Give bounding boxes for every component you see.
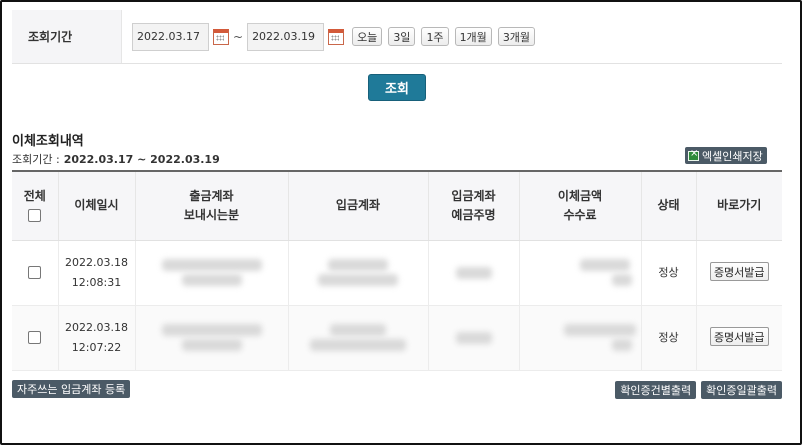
deposit-holder-cell-redacted (428, 240, 520, 306)
period-summary-label: 조회기간 : (12, 153, 60, 166)
results-title: 이체조회내역 (12, 134, 84, 149)
row-checkbox[interactable] (28, 331, 42, 344)
calendar-icon[interactable] (213, 28, 229, 45)
range-button-1week[interactable]: 1주 (421, 27, 449, 46)
redacted-block (181, 339, 242, 351)
header-select-all-label: 전체 (23, 188, 46, 203)
transfer-date: 2022.03.18 (65, 320, 128, 334)
register-frequent-account-button[interactable]: 자주쓰는 입금계좌 등록 (12, 380, 131, 398)
header-deposit-bank-label: 입금계좌 (451, 188, 496, 203)
header-deposit-holder-label: 예금주명 (451, 207, 496, 222)
deposit-account-cell-redacted (288, 240, 429, 306)
calendar-icon[interactable] (328, 28, 345, 45)
transfer-table: 전체 이체일시 출금계좌 보내시는분 입금계좌 입금계좌 예금주명 이체금액 수… (12, 170, 782, 371)
excel-save-button[interactable]: 엑셀인쇄저장 (685, 147, 767, 164)
redacted-block (455, 266, 492, 279)
header-amount: 이체금액 수수료 (519, 171, 642, 241)
excel-save-label: 엑셀인쇄저장 (702, 149, 763, 163)
table-header-row: 전체 이체일시 출금계좌 보내시는분 입금계좌 입금계좌 예금주명 이체금액 수… (12, 171, 782, 241)
range-button-1month[interactable]: 1개월 (454, 27, 492, 46)
header-select-all: 전체 (12, 171, 59, 241)
select-all-checkbox[interactable] (28, 208, 42, 222)
header-deposit-account: 입금계좌 (288, 171, 429, 241)
range-button-today[interactable]: 오늘 (352, 27, 383, 46)
redacted-block (455, 331, 492, 344)
issue-certificate-button[interactable]: 증명서발급 (709, 327, 769, 347)
withdraw-account-cell-redacted (135, 240, 289, 306)
header-fee-label: 수수료 (563, 207, 597, 222)
start-date-input[interactable]: 2022.03.17 (132, 22, 209, 51)
table-row: 2022.03.18 12:07:22 정상 증명서발급 (12, 305, 782, 371)
status-cell: 정상 (641, 240, 697, 306)
redacted-block (318, 274, 398, 286)
print-bulk-button[interactable]: 확인증일괄출력 (701, 381, 782, 399)
deposit-holder-cell-redacted (428, 305, 520, 371)
search-button[interactable]: 조회 (368, 74, 426, 101)
redacted-block (330, 324, 386, 336)
transfer-date: 2022.03.18 (65, 255, 128, 269)
period-summary: 조회기간 :2022.03.17 ~ 2022.03.19 (12, 151, 220, 167)
table-row: 2022.03.18 12:08:31 정상 증명서발급 (12, 240, 782, 306)
redacted-block (161, 259, 262, 271)
transfer-datetime-cell: 2022.03.18 12:07:22 (58, 305, 136, 371)
redacted-block (310, 339, 406, 351)
deposit-account-cell-redacted (288, 305, 429, 371)
withdraw-account-cell-redacted (135, 305, 289, 371)
status-cell: 정상 (641, 305, 697, 371)
print-buttons: 확인증건별출력 확인증일괄출력 (610, 381, 782, 399)
amount-cell-redacted (519, 240, 642, 306)
action-cell: 증명서발급 (696, 240, 782, 306)
period-search-row: 조회기간 2022.03.17 ~ 2022.03.19 오늘 3일 1주 1개… (12, 10, 782, 64)
period-label: 조회기간 (12, 10, 122, 63)
action-cell: 증명서발급 (696, 305, 782, 371)
amount-cell-redacted (519, 305, 642, 371)
redacted-block (328, 259, 388, 271)
issue-certificate-button[interactable]: 증명서발급 (709, 262, 769, 282)
period-controls: 2022.03.17 ~ 2022.03.19 오늘 3일 1주 1개월 3개월 (122, 10, 536, 63)
header-withdraw-account-label: 출금계좌 (189, 188, 234, 203)
header-sender-name-label: 보내시는분 (183, 207, 240, 222)
redacted-block (579, 259, 630, 271)
redacted-block (181, 274, 242, 286)
range-button-3days[interactable]: 3일 (388, 27, 416, 46)
redacted-block (611, 274, 632, 286)
date-separator: ~ (233, 29, 244, 44)
header-transfer-datetime: 이체일시 (58, 171, 136, 241)
redacted-block (611, 339, 632, 351)
transfer-time: 12:07:22 (71, 340, 122, 354)
row-checkbox[interactable] (28, 266, 42, 279)
range-button-3months[interactable]: 3개월 (497, 27, 536, 46)
header-amount-label: 이체금액 (557, 188, 603, 203)
print-individual-button[interactable]: 확인증건별출력 (615, 381, 697, 399)
row-select-cell (12, 240, 59, 306)
end-date-input[interactable]: 2022.03.19 (247, 22, 325, 51)
transfer-datetime-cell: 2022.03.18 12:08:31 (58, 240, 136, 306)
row-select-cell (12, 305, 59, 371)
header-withdraw-account: 출금계좌 보내시는분 (135, 171, 289, 241)
header-deposit-holder: 입금계좌 예금주명 (428, 171, 520, 241)
header-shortcut: 바로가기 (696, 171, 782, 241)
header-status: 상태 (641, 171, 697, 241)
redacted-block (563, 324, 636, 336)
transfer-time: 12:08:31 (71, 275, 122, 289)
excel-icon (688, 148, 699, 161)
redacted-block (161, 324, 262, 336)
period-summary-value: 2022.03.17 ~ 2022.03.19 (63, 153, 220, 166)
